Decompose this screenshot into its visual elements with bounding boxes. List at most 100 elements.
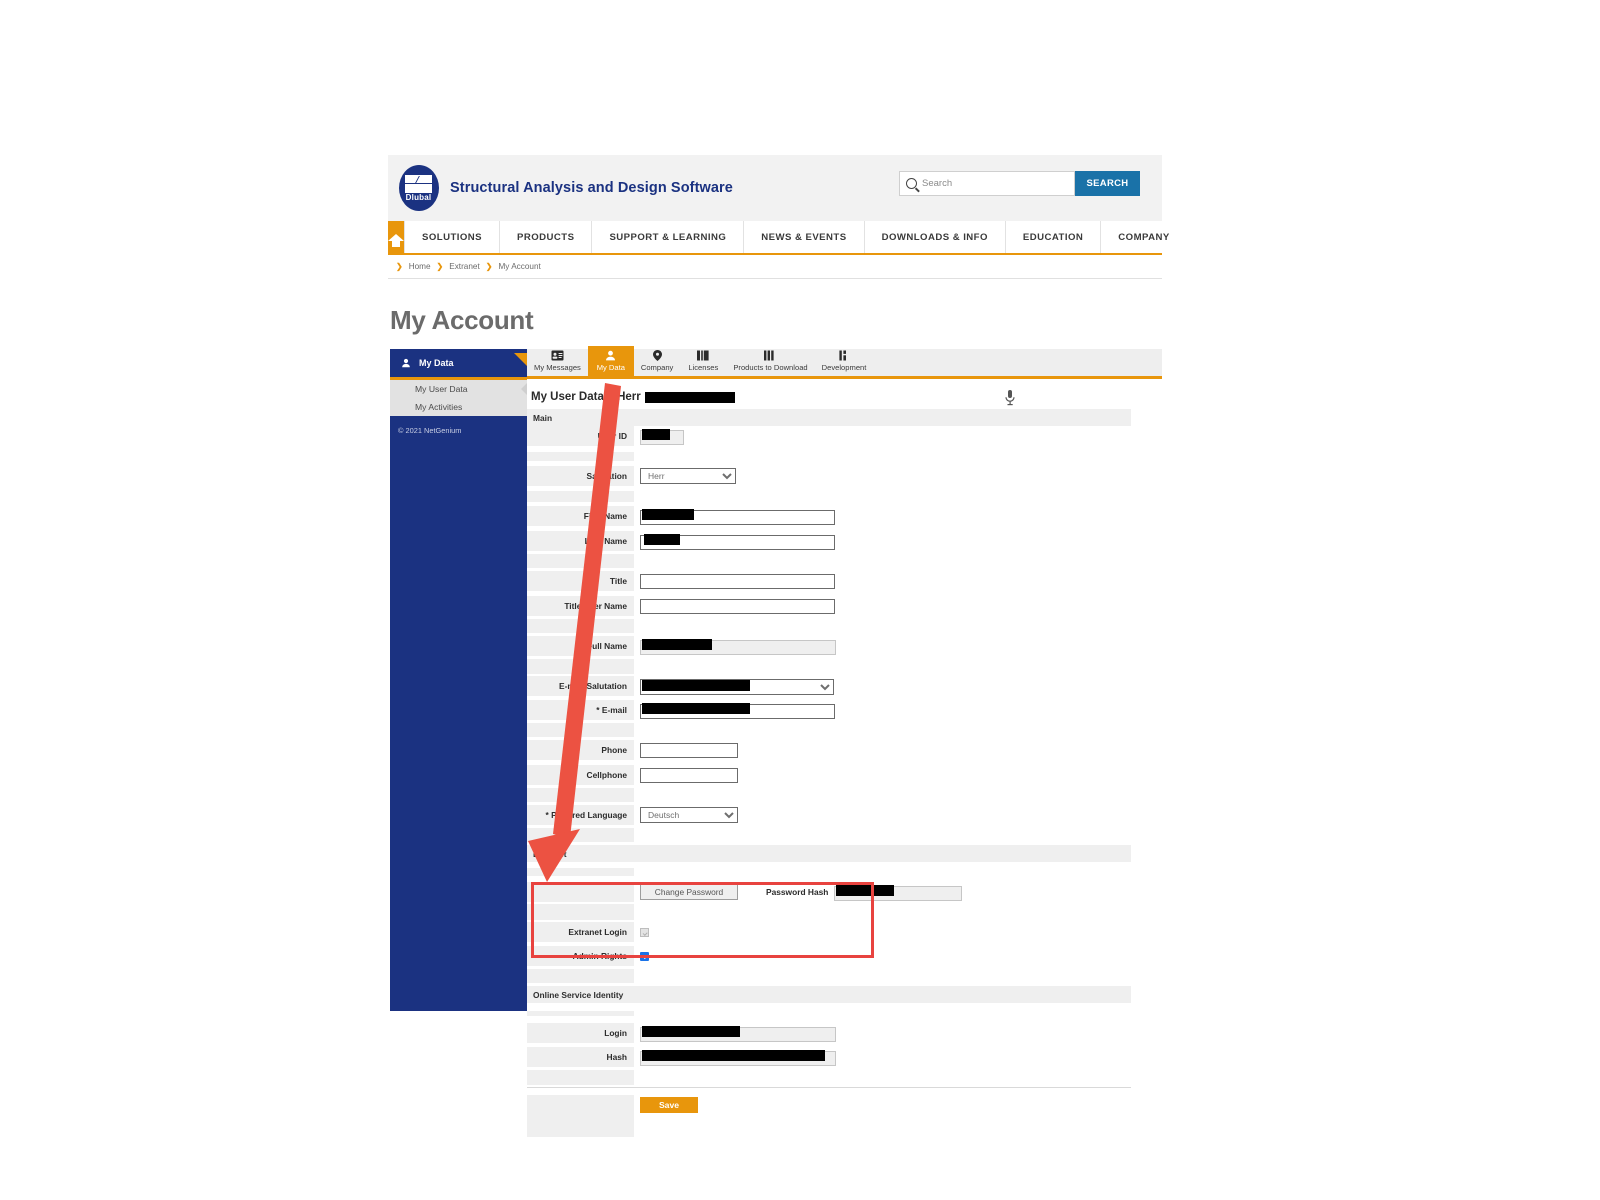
phone-input[interactable] <box>640 742 738 758</box>
redaction-bar <box>642 509 694 520</box>
admin-rights-checkbox[interactable] <box>640 951 649 961</box>
sidebar-item-label: My User Data <box>415 384 468 394</box>
document-title: My User Data | Herr <box>527 379 1162 409</box>
title-input[interactable] <box>640 573 835 589</box>
salutation-select[interactable]: Herr <box>640 468 736 484</box>
redaction-bar <box>642 1050 825 1061</box>
nav-item-solutions[interactable]: SOLUTIONS <box>404 221 499 253</box>
search-icon <box>906 178 917 189</box>
field-row-prefered-language: * Prefered Language Deutsch <box>527 805 1162 825</box>
field-row-hash: Hash <box>527 1047 1162 1067</box>
form-divider <box>527 1087 1131 1088</box>
field-row-user-id: User ID <box>527 426 1162 446</box>
site-title: Structural Analysis and Design Software <box>450 180 733 196</box>
dlubal-logo[interactable]: Dlubal <box>391 165 446 211</box>
tab-my-data[interactable]: My Data <box>587 346 634 376</box>
field-label: First Name <box>527 506 634 526</box>
microphone-icon[interactable] <box>1003 389 1017 407</box>
site-header: Dlubal Structural Analysis and Design So… <box>388 155 1162 221</box>
field-label: User ID <box>527 426 634 446</box>
redaction-bar <box>836 885 895 896</box>
content-panel: My Messages My Data Company Licenses Pro… <box>527 346 1162 1137</box>
field-label: Salutation <box>527 466 634 486</box>
title-after-name-input[interactable] <box>640 598 835 614</box>
field-row-last-name: Last Name <box>527 531 1162 551</box>
id-card-icon <box>551 350 564 361</box>
field-row-full-name: Full Name <box>527 636 1162 656</box>
section-header-main: Main <box>527 409 1131 426</box>
tab-label: Development <box>821 363 867 372</box>
dogear-icon <box>514 353 527 366</box>
field-row-change-password: Change Password Password Hash <box>527 882 1162 902</box>
breadcrumb-item-extranet[interactable]: Extranet <box>449 262 480 271</box>
redaction-bar <box>642 1026 740 1037</box>
license-bars-icon <box>697 350 709 361</box>
field-row-first-name: First Name <box>527 506 1162 526</box>
tab-label: My Messages <box>534 363 581 372</box>
redaction-bar <box>642 429 670 440</box>
sidebar: My Data My User Data My Activities © 202… <box>390 349 527 1011</box>
field-label: Extranet Login <box>527 922 634 942</box>
field-row-title-after-name: Title after Name <box>527 596 1162 616</box>
breadcrumb-item-my-account: My Account <box>498 262 541 271</box>
tab-company[interactable]: Company <box>634 346 681 376</box>
redaction-bar <box>642 703 750 714</box>
extranet-app: My Data My User Data My Activities © 202… <box>390 346 1162 1137</box>
field-label: Phone <box>527 740 634 760</box>
field-row-phone: Phone <box>527 740 1162 760</box>
cellphone-input[interactable] <box>640 767 738 783</box>
field-row-cellphone: Cellphone <box>527 765 1162 785</box>
sidebar-item-my-user-data[interactable]: My User Data <box>390 380 527 398</box>
prefered-language-select[interactable]: Deutsch <box>640 807 738 823</box>
change-password-button[interactable]: Change Password <box>640 884 738 900</box>
field-row-email-salutation: E-mail Salutation <box>527 676 1162 696</box>
tab-products-to-download[interactable]: Products to Download <box>726 346 814 376</box>
tab-development[interactable]: Development <box>815 346 874 376</box>
logo-wordmark: Dlubal <box>405 192 432 202</box>
sidebar-header: My Data <box>390 349 527 377</box>
field-label: Login <box>527 1023 634 1043</box>
main-navigation: SOLUTIONS PRODUCTS SUPPORT & LEARNING NE… <box>388 221 1169 255</box>
tab-my-messages[interactable]: My Messages <box>527 346 588 376</box>
field-row-salutation: Salutation Herr <box>527 466 1162 486</box>
search-input[interactable]: Search <box>899 171 1075 196</box>
dlubal-extranet-page: Dlubal Structural Analysis and Design So… <box>388 155 1169 1137</box>
field-row-title: Title <box>527 571 1162 591</box>
field-label: Title <box>527 571 634 591</box>
tab-label: My Data <box>596 363 625 372</box>
redaction-bar <box>644 534 680 545</box>
search-button[interactable]: SEARCH <box>1075 171 1140 196</box>
nav-item-education[interactable]: EDUCATION <box>1004 221 1100 253</box>
search-group: Search SEARCH <box>899 171 1140 196</box>
redacted-name <box>644 391 735 403</box>
breadcrumb-arrow-icon: ❯ <box>436 262 444 271</box>
page-title: My Account <box>390 305 534 335</box>
breadcrumb-item-home[interactable]: Home <box>409 262 431 271</box>
tab-label: Licenses <box>688 363 719 372</box>
field-label-spacer <box>527 1095 634 1115</box>
document-title-main: My User Data <box>531 391 604 403</box>
section-header-online-service-identity: Online Service Identity <box>527 986 1131 1003</box>
nav-item-support-learning[interactable]: SUPPORT & LEARNING <box>591 221 743 253</box>
breadcrumb: ❯ Home ❯ Extranet ❯ My Account <box>388 255 1162 279</box>
title-divider: | <box>608 391 613 403</box>
home-icon <box>388 233 404 247</box>
nav-home-button[interactable] <box>388 221 404 253</box>
tab-label: Products to Download <box>733 363 808 372</box>
map-pin-icon <box>652 350 662 361</box>
sidebar-header-label: My Data <box>419 358 454 368</box>
tab-licenses[interactable]: Licenses <box>680 346 726 376</box>
nav-item-products[interactable]: PRODUCTS <box>499 221 591 253</box>
tab-label: Company <box>640 363 674 372</box>
search-placeholder: Search <box>922 178 953 189</box>
sidebar-item-label: My Activities <box>415 402 463 412</box>
structural-frame-icon <box>405 174 432 193</box>
nav-item-downloads-info[interactable]: DOWNLOADS & INFO <box>863 221 1005 253</box>
columns-icon <box>764 350 775 361</box>
field-label: Hash <box>527 1047 634 1067</box>
extranet-login-checkbox <box>640 927 649 937</box>
nav-item-company[interactable]: COMPANY <box>1100 221 1186 253</box>
save-button[interactable]: Save <box>640 1097 698 1113</box>
nav-item-news-events[interactable]: NEWS & EVENTS <box>743 221 863 253</box>
sidebar-item-my-activities[interactable]: My Activities <box>390 398 527 416</box>
